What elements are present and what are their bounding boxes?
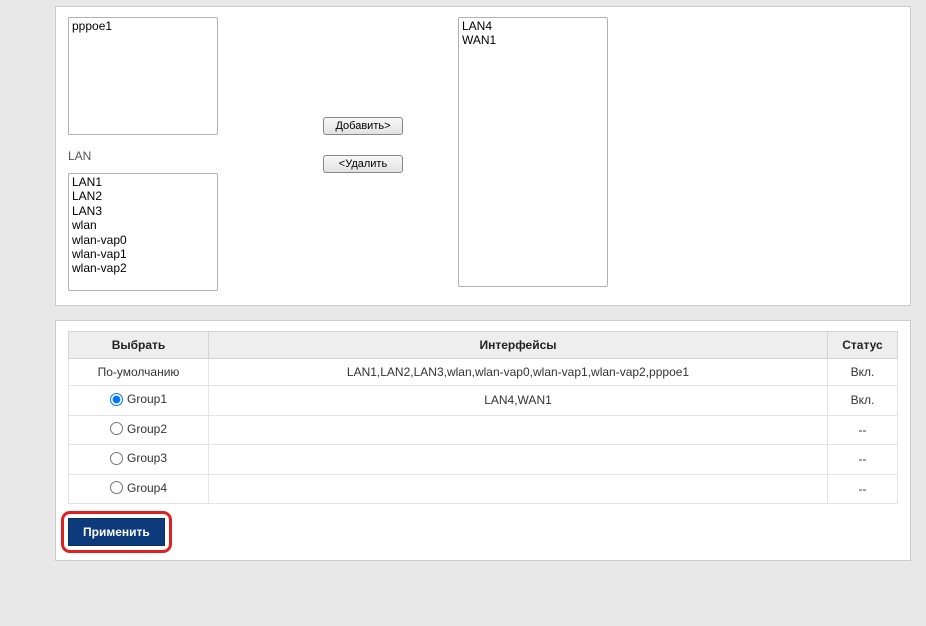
list-option[interactable]: LAN1 — [70, 175, 216, 189]
table-row: Group4 -- — [69, 474, 898, 504]
lan-listbox[interactable]: LAN1LAN2LAN3wlanwlan-vap0wlan-vap1wlan-v… — [68, 173, 218, 291]
interface-picker-panel: pppoe1 LAN LAN1LAN2LAN3wlanwlan-vap0wlan… — [55, 6, 911, 306]
apply-button[interactable]: Применить — [68, 518, 165, 546]
row-interfaces: LAN4,WAN1 — [209, 386, 828, 416]
col-status: Статус — [828, 332, 898, 359]
table-row: Group1 LAN4,WAN1Вкл. — [69, 386, 898, 416]
group-radio-label[interactable]: Group3 — [110, 451, 167, 465]
group-radio[interactable] — [110, 422, 123, 435]
group-label: Group1 — [127, 392, 167, 406]
list-option[interactable]: LAN2 — [70, 189, 216, 203]
list-option[interactable]: wlan-vap0 — [70, 233, 216, 247]
wan-listbox[interactable]: pppoe1 — [68, 17, 218, 135]
remove-button[interactable]: <Удалить — [323, 155, 403, 173]
col-select: Выбрать — [69, 332, 209, 359]
row-select-cell: Group4 — [69, 474, 209, 504]
list-option[interactable]: wlan — [70, 218, 216, 232]
group-radio[interactable] — [110, 452, 123, 465]
group-radio[interactable] — [110, 393, 123, 406]
list-option[interactable]: wlan-vap2 — [70, 261, 216, 275]
list-option[interactable]: pppoe1 — [70, 19, 216, 33]
add-button[interactable]: Добавить> — [323, 117, 403, 135]
row-select-cell: По-умолчанию — [69, 359, 209, 386]
group-label: Group3 — [127, 451, 167, 465]
list-option[interactable]: wlan-vap1 — [70, 247, 216, 261]
group-radio-label[interactable]: Group1 — [110, 392, 167, 406]
row-interfaces: LAN1,LAN2,LAN3,wlan,wlan-vap0,wlan-vap1,… — [209, 359, 828, 386]
row-select-cell: Group2 — [69, 415, 209, 445]
row-status: Вкл. — [828, 359, 898, 386]
selected-listbox[interactable]: LAN4WAN1 — [458, 17, 608, 287]
row-select-cell: Group3 — [69, 445, 209, 475]
col-interfaces: Интерфейсы — [209, 332, 828, 359]
row-interfaces — [209, 445, 828, 475]
row-select-cell: Group1 — [69, 386, 209, 416]
group-label: Group4 — [127, 481, 167, 495]
group-radio-label[interactable]: Group4 — [110, 481, 167, 495]
row-status: -- — [828, 474, 898, 504]
row-interfaces — [209, 415, 828, 445]
row-status: Вкл. — [828, 386, 898, 416]
list-option[interactable]: LAN4 — [460, 19, 606, 33]
table-row: Group3 -- — [69, 445, 898, 475]
group-radio-label[interactable]: Group2 — [110, 422, 167, 436]
group-label: Group2 — [127, 422, 167, 436]
groups-panel: Выбрать Интерфейсы Статус По-умолчаниюLA… — [55, 320, 911, 561]
table-row: Group2 -- — [69, 415, 898, 445]
row-status: -- — [828, 415, 898, 445]
group-radio[interactable] — [110, 481, 123, 494]
row-interfaces — [209, 474, 828, 504]
row-status: -- — [828, 445, 898, 475]
list-option[interactable]: WAN1 — [460, 33, 606, 47]
groups-table: Выбрать Интерфейсы Статус По-умолчаниюLA… — [68, 331, 898, 504]
table-row: По-умолчаниюLAN1,LAN2,LAN3,wlan,wlan-vap… — [69, 359, 898, 386]
lan-section-label: LAN — [68, 149, 268, 163]
list-option[interactable]: LAN3 — [70, 204, 216, 218]
